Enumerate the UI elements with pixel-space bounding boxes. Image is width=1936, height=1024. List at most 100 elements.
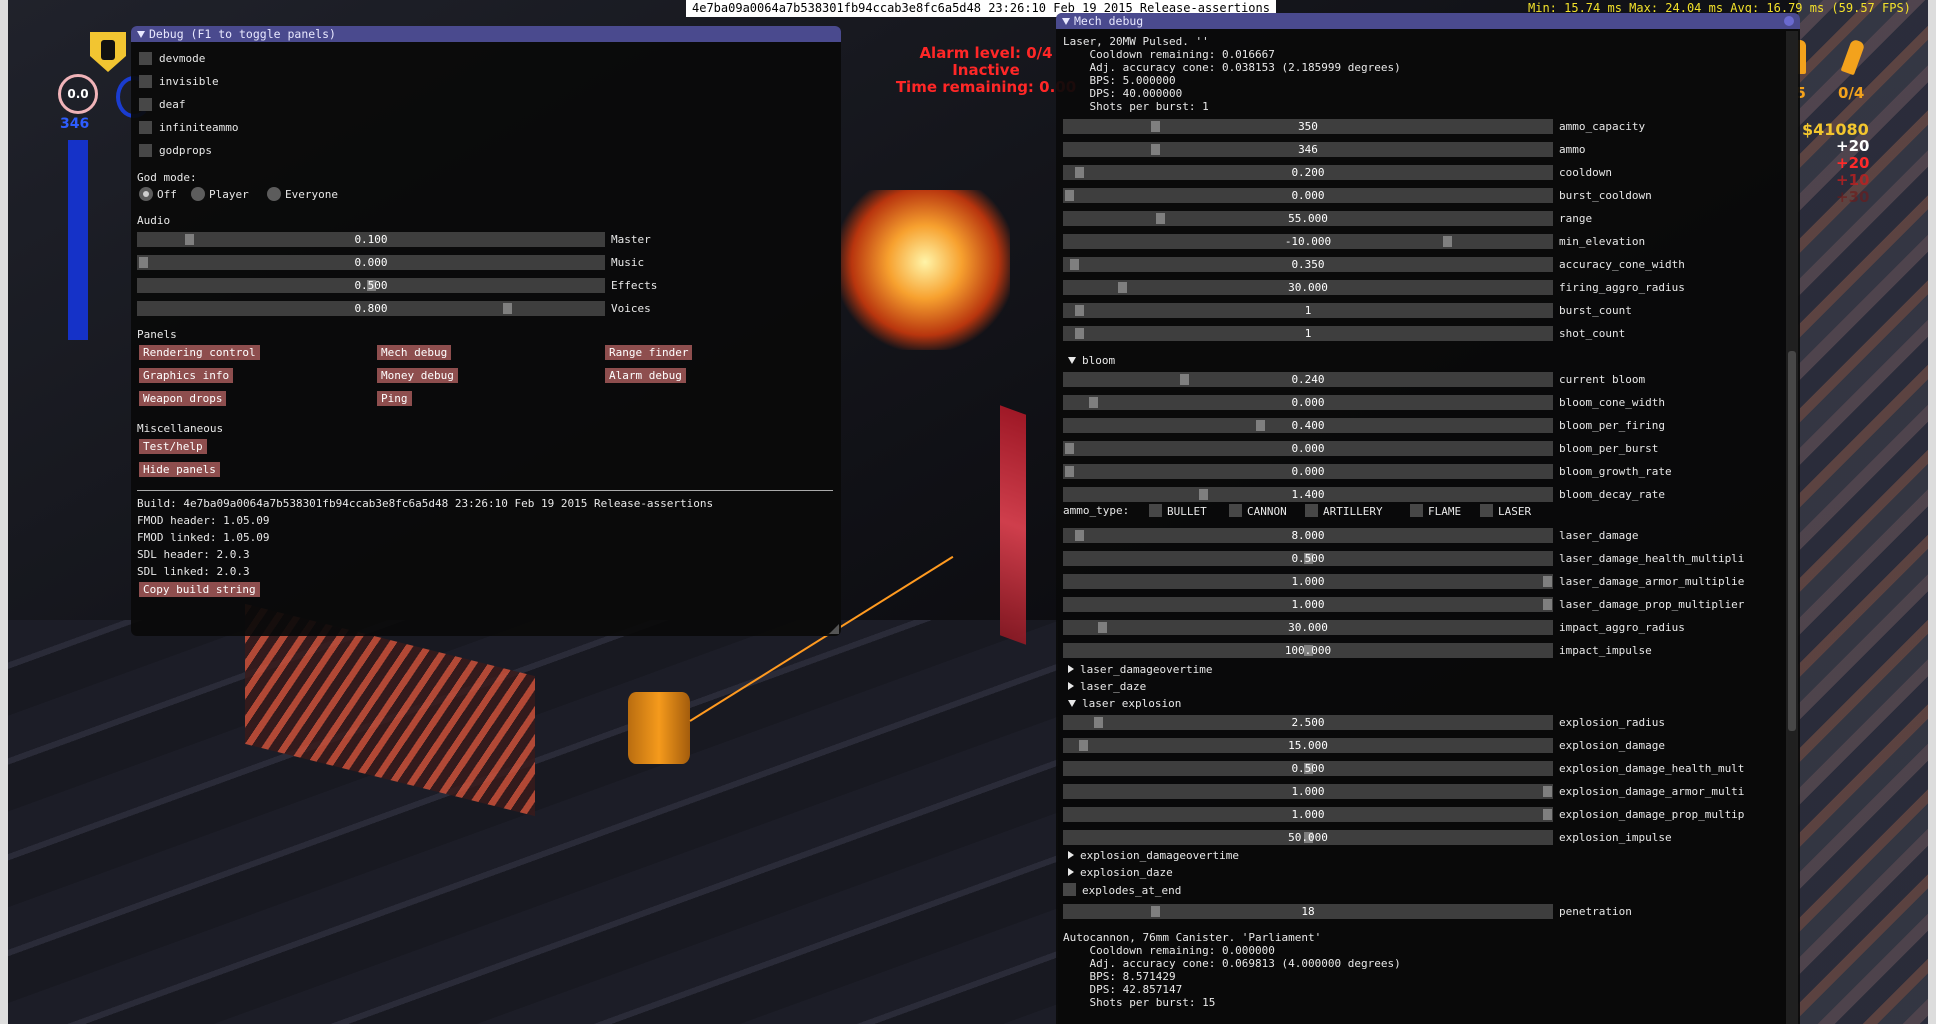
button-range-finder[interactable]: Range finder: [605, 345, 693, 360]
checkbox-godprops[interactable]: [139, 144, 152, 157]
checkbox-devmode[interactable]: [139, 52, 152, 65]
checkbox-ammo-artillery[interactable]: [1305, 504, 1318, 517]
slider-laser-damage[interactable]: 8.000: [1063, 528, 1553, 543]
tree-expanded-icon[interactable]: [1068, 357, 1076, 364]
tree-collapsed-icon[interactable]: [1068, 868, 1074, 876]
slider-firing-aggro-radius[interactable]: 30.000: [1063, 280, 1553, 295]
slider-bloom-per-firing[interactable]: 0.400: [1063, 418, 1553, 433]
slider-value: 100.000: [1284, 644, 1332, 657]
tree-node[interactable]: explosion_daze: [1068, 866, 1173, 879]
button-mech-debug[interactable]: Mech debug: [377, 345, 452, 360]
checkbox-label: godprops: [159, 144, 212, 157]
slider-label: laser_damage_health_multipli: [1559, 552, 1745, 565]
checkbox-ammo-flame[interactable]: [1410, 504, 1423, 517]
slider-value: 1: [1304, 327, 1312, 340]
button-rendering-control[interactable]: Rendering control: [139, 345, 260, 360]
tree-expanded-icon[interactable]: [1068, 700, 1076, 707]
mech-panel-scrollbar[interactable]: [1786, 31, 1798, 1024]
slider-effects[interactable]: 0.500: [137, 278, 605, 293]
resize-grip-icon[interactable]: [829, 624, 839, 634]
slider-laser-damage-health-multipli[interactable]: 0.500: [1063, 551, 1553, 566]
tree-collapsed-icon[interactable]: [1068, 665, 1074, 673]
button-graphics-info[interactable]: Graphics info: [139, 368, 234, 383]
slider-current-bloom[interactable]: 0.240: [1063, 372, 1553, 387]
slider-label: explosion_radius: [1559, 716, 1665, 729]
debug-panel[interactable]: Debug (F1 to toggle panels) devmode invis…: [131, 26, 841, 636]
slider-explosion-damage-armor-multi[interactable]: 1.000: [1063, 784, 1553, 799]
slider-explosion-impulse[interactable]: 50.000: [1063, 830, 1553, 845]
checkbox-ammo-cannon[interactable]: [1229, 504, 1242, 517]
debug-panel-titlebar[interactable]: Debug (F1 to toggle panels): [131, 26, 841, 42]
slider-label: ammo_capacity: [1559, 120, 1646, 133]
scrollbar-thumb[interactable]: [1788, 351, 1796, 731]
button-weapon-drops[interactable]: Weapon drops: [139, 391, 227, 406]
orange-barrel: [628, 692, 690, 764]
radio-god-mode-everyone[interactable]: [267, 187, 281, 201]
button-hide-panels[interactable]: Hide panels: [139, 462, 220, 477]
build-info-line: SDL linked: 2.0.3: [137, 565, 250, 578]
slider-explosion-damage[interactable]: 15.000: [1063, 738, 1553, 753]
tree-collapsed-icon[interactable]: [1068, 851, 1074, 859]
slider-music[interactable]: 0.000: [137, 255, 605, 270]
slider-ammo[interactable]: 346: [1063, 142, 1553, 157]
slider-bloom-cone-width[interactable]: 0.000: [1063, 395, 1553, 410]
button-test-help[interactable]: Test/help: [139, 439, 207, 454]
button-alarm-debug[interactable]: Alarm debug: [605, 368, 686, 383]
checkbox-label: explodes_at_end: [1082, 884, 1182, 897]
slider-accuracy-cone-width[interactable]: 0.350: [1063, 257, 1553, 272]
radio-god-mode-player[interactable]: [191, 187, 205, 201]
tree-node[interactable]: laser explosion: [1068, 697, 1181, 710]
mech-panel-titlebar[interactable]: Mech debug: [1056, 13, 1800, 29]
slider-cooldown[interactable]: 0.200: [1063, 165, 1553, 180]
slider-bloom-decay-rate[interactable]: 1.400: [1063, 487, 1553, 502]
slider-explosion-damage-health-mult[interactable]: 0.500: [1063, 761, 1553, 776]
slider-label: laser_damage: [1559, 529, 1639, 542]
slider-value: 350: [1298, 120, 1318, 133]
tree-collapsed-icon[interactable]: [1068, 682, 1074, 690]
slider-burst-count[interactable]: 1: [1063, 303, 1553, 318]
slider-label: bloom_growth_rate: [1559, 465, 1672, 478]
button-money-debug[interactable]: Money debug: [377, 368, 458, 383]
collapse-icon[interactable]: [137, 31, 145, 38]
ammo-type-option: BULLET: [1167, 505, 1207, 518]
checkbox-ammo-laser[interactable]: [1480, 504, 1493, 517]
radio-god-mode-off[interactable]: [139, 187, 153, 201]
slider-master[interactable]: 0.100: [137, 232, 605, 247]
checkbox-invisible[interactable]: [139, 75, 152, 88]
missile-fraction: 0/4: [1838, 84, 1865, 102]
slider-bloom-growth-rate[interactable]: 0.000: [1063, 464, 1553, 479]
slider-burst-cooldown[interactable]: 0.000: [1063, 188, 1553, 203]
tree-node[interactable]: explosion_damageovertime: [1068, 849, 1239, 862]
button-ping[interactable]: Ping: [377, 391, 412, 406]
slider-range[interactable]: 55.000: [1063, 211, 1553, 226]
slider-label: Music: [611, 256, 645, 269]
slider-label: range: [1559, 212, 1593, 225]
slider-explosion-damage-prop-multip[interactable]: 1.000: [1063, 807, 1553, 822]
slider-label: Effects: [611, 279, 658, 292]
checkbox-explodes-at-end[interactable]: [1063, 883, 1076, 896]
close-icon[interactable]: [1784, 16, 1794, 26]
slider-laser-damage-prop-multiplier[interactable]: 1.000: [1063, 597, 1553, 612]
slider-impact-impulse[interactable]: 100.000: [1063, 643, 1553, 658]
collapse-icon[interactable]: [1062, 18, 1070, 25]
mech-debug-panel[interactable]: Mech debug Laser, 20MW Pulsed. '' Cooldo…: [1056, 13, 1800, 1024]
slider-penetration[interactable]: 18: [1063, 904, 1553, 919]
slider-explosion-radius[interactable]: 2.500: [1063, 715, 1553, 730]
slider-ammo-capacity[interactable]: 350: [1063, 119, 1553, 134]
checkbox-label: devmode: [159, 52, 206, 65]
slider-laser-damage-armor-multiplie[interactable]: 1.000: [1063, 574, 1553, 589]
checkbox-infiniteammo[interactable]: [139, 121, 152, 134]
slider-min-elevation[interactable]: -10.000: [1063, 234, 1553, 249]
checkbox-ammo-bullet[interactable]: [1149, 504, 1162, 517]
slider-shot-count[interactable]: 1: [1063, 326, 1553, 341]
checkbox-deaf[interactable]: [139, 98, 152, 111]
slider-impact-aggro-radius[interactable]: 30.000: [1063, 620, 1553, 635]
audio-label: Audio: [137, 214, 171, 227]
copy-build-string-button[interactable]: Copy build string: [139, 582, 260, 597]
tree-node[interactable]: laser_daze: [1068, 680, 1146, 693]
tree-node[interactable]: laser_damageovertime: [1068, 663, 1212, 676]
checkbox-label: infiniteammo: [159, 121, 239, 134]
slider-bloom-per-burst[interactable]: 0.000: [1063, 441, 1553, 456]
slider-voices[interactable]: 0.800: [137, 301, 605, 316]
tree-node[interactable]: bloom: [1068, 354, 1115, 367]
